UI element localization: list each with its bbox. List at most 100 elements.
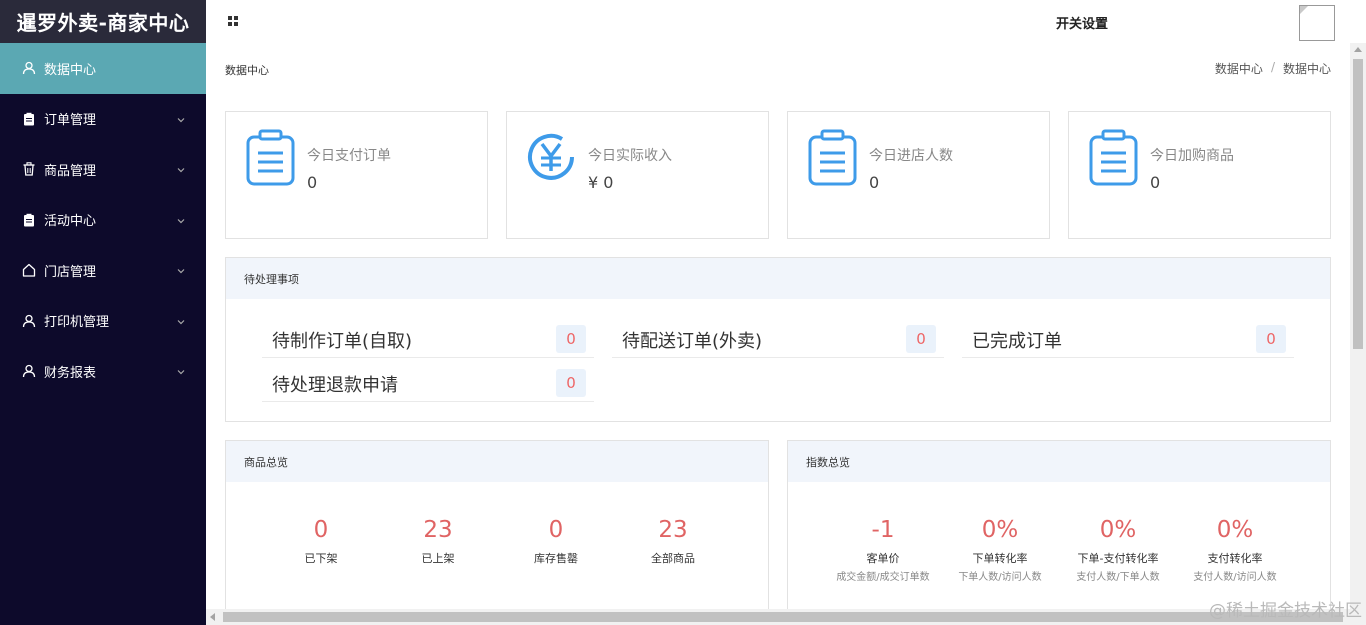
stat-value: 0 (1150, 173, 1161, 192)
watermark: @稀土掘金技术社区 (1209, 601, 1362, 621)
stat-value: ¥ 0 (588, 173, 614, 192)
clipboard-icon (22, 112, 36, 126)
count-badge: 0 (556, 325, 586, 353)
chevron-down-icon (176, 265, 186, 275)
metric-value: -1 (871, 517, 895, 543)
topbar: 开关设置 (206, 0, 1366, 43)
sidebar-item-label: 门店管理 (44, 264, 97, 280)
sidebar-item-label: 活动中心 (44, 214, 97, 230)
metric-label: 库存售罄 (534, 552, 578, 565)
user-icon (22, 364, 36, 378)
todo-label: 待制作订单(自取) (272, 330, 413, 352)
avatar[interactable] (1299, 5, 1335, 41)
metric-label: 支付转化率 (1207, 552, 1263, 565)
stat-card-income: 今日实际收入 ¥ 0 (506, 111, 769, 239)
yuan-icon (526, 129, 578, 187)
chevron-down-icon (176, 215, 186, 225)
metric-all-goods: 23 全部商品 (614, 517, 732, 566)
metric-label: 已下架 (304, 552, 338, 565)
todo-label: 待配送订单(外卖) (622, 330, 763, 352)
sidebar-item-store[interactable]: 门店管理 (0, 245, 206, 296)
clipboard-icon (807, 129, 859, 187)
stat-card-add-to-cart: 今日加购商品 0 (1068, 111, 1331, 239)
stat-value: 0 (307, 173, 318, 192)
clipboard-icon (245, 129, 297, 187)
count-badge: 0 (556, 369, 586, 397)
metric-label: 全部商品 (651, 552, 695, 565)
sidebar-item-orders[interactable]: 订单管理 (0, 94, 206, 145)
todo-item-refund-requests[interactable]: 待处理退款申请 0 (262, 366, 594, 402)
metric-value: 0 (548, 517, 564, 543)
breadcrumb-item-current: 数据中心 (1282, 62, 1331, 76)
metric-formula: 支付人数/访问人数 (1193, 572, 1277, 583)
metric-formula: 成交金额/成交订单数 (836, 572, 930, 583)
metric-formula: 支付人数/下单人数 (1076, 572, 1160, 583)
sidebar-item-printer[interactable]: 打印机管理 (0, 296, 206, 347)
chevron-down-icon (176, 164, 186, 174)
todo-item-completed-orders[interactable]: 已完成订单 0 (962, 322, 1294, 358)
metric-label: 下单-支付转化率 (1077, 552, 1159, 565)
metric-value: 0% (1216, 517, 1254, 543)
grid-menu-icon[interactable] (228, 16, 238, 26)
metric-label: 下单转化率 (972, 552, 1028, 565)
metric-order-pay-conversion: 0% 下单-支付转化率 支付人数/下单人数 (1059, 517, 1177, 583)
scroll-left-icon[interactable] (210, 613, 215, 621)
sidebar-item-activity[interactable]: 活动中心 (0, 195, 206, 246)
todo-item-delivery-orders[interactable]: 待配送订单(外卖) 0 (612, 322, 944, 358)
metric-formula: 下单人数/访问人数 (958, 572, 1042, 583)
breadcrumb: 数据中心 / 数据中心 (1215, 60, 1331, 77)
stat-card-visitors: 今日进店人数 0 (787, 111, 1050, 239)
todo-panel: 待处理事项 待制作订单(自取) 0 待配送订单(外卖) 0 已完成订单 0 待处… (225, 257, 1331, 422)
sidebar: 暹罗外卖-商家中心 数据中心 订单管理 商品管理 活动中心 门店管理 打印机管理… (0, 0, 206, 625)
scrollbar-thumb[interactable] (1353, 59, 1363, 349)
horizontal-scrollbar[interactable] (206, 609, 1366, 625)
scrollbar-thumb[interactable] (223, 612, 1343, 622)
metric-pay-conversion: 0% 支付转化率 支付人数/访问人数 (1176, 517, 1294, 583)
user-icon (22, 314, 36, 328)
metric-sold-out: 0 库存售罄 (497, 517, 615, 566)
todo-label: 已完成订单 (972, 330, 1062, 352)
chevron-down-icon (176, 114, 186, 124)
clipboard-icon (1088, 129, 1140, 187)
app-title: 暹罗外卖-商家中心 (0, 0, 206, 43)
stat-label: 今日实际收入 (588, 148, 672, 164)
index-overview-panel: 指数总览 -1 客单价 成交金额/成交订单数 0% 下单转化率 下单人数/访问人… (787, 440, 1331, 609)
chevron-down-icon (176, 316, 186, 326)
chevron-down-icon (176, 366, 186, 376)
count-badge: 0 (906, 325, 936, 353)
panel-title: 指数总览 (788, 441, 1330, 482)
metric-label: 客单价 (866, 552, 900, 565)
main-content: 数据中心 数据中心 / 数据中心 今日支付订单 0 今日实际收入 ¥ 0 今日进… (206, 43, 1350, 609)
sidebar-item-label: 数据中心 (44, 62, 97, 78)
todo-item-pickup-orders[interactable]: 待制作订单(自取) 0 (262, 322, 594, 358)
page-title: 数据中心 (225, 64, 269, 77)
sidebar-item-data-center[interactable]: 数据中心 (0, 43, 206, 94)
stat-value: 0 (869, 173, 880, 192)
count-badge: 0 (1256, 325, 1286, 353)
user-icon (22, 61, 36, 75)
metric-value: 23 (423, 517, 453, 543)
sidebar-item-label: 打印机管理 (44, 315, 110, 331)
switch-settings-link[interactable]: 开关设置 (1056, 13, 1108, 32)
scroll-up-icon[interactable] (1354, 47, 1362, 52)
todo-label: 待处理退款申请 (272, 374, 398, 396)
goods-overview-panel: 商品总览 0 已下架 23 已上架 0 库存售罄 23 全部商品 (225, 440, 769, 609)
metric-on-shelf: 23 已上架 (379, 517, 497, 566)
panel-title: 商品总览 (226, 441, 768, 482)
vertical-scrollbar[interactable] (1350, 43, 1366, 609)
metric-order-conversion: 0% 下单转化率 下单人数/访问人数 (941, 517, 1059, 583)
sidebar-item-finance[interactable]: 财务报表 (0, 346, 206, 397)
home-icon (22, 263, 36, 277)
sidebar-item-goods[interactable]: 商品管理 (0, 144, 206, 195)
panel-title: 待处理事项 (226, 258, 1330, 299)
metric-value: 0% (981, 517, 1019, 543)
metric-label: 已上架 (421, 552, 455, 565)
stat-label: 今日加购商品 (1150, 148, 1234, 164)
stat-label: 今日支付订单 (307, 148, 391, 164)
breadcrumb-item[interactable]: 数据中心 (1215, 60, 1263, 77)
metric-value: 0% (1099, 517, 1137, 543)
sidebar-item-label: 商品管理 (44, 163, 97, 179)
sidebar-item-label: 订单管理 (44, 113, 97, 129)
sidebar-item-label: 财务报表 (44, 365, 97, 381)
stat-label: 今日进店人数 (869, 148, 953, 164)
